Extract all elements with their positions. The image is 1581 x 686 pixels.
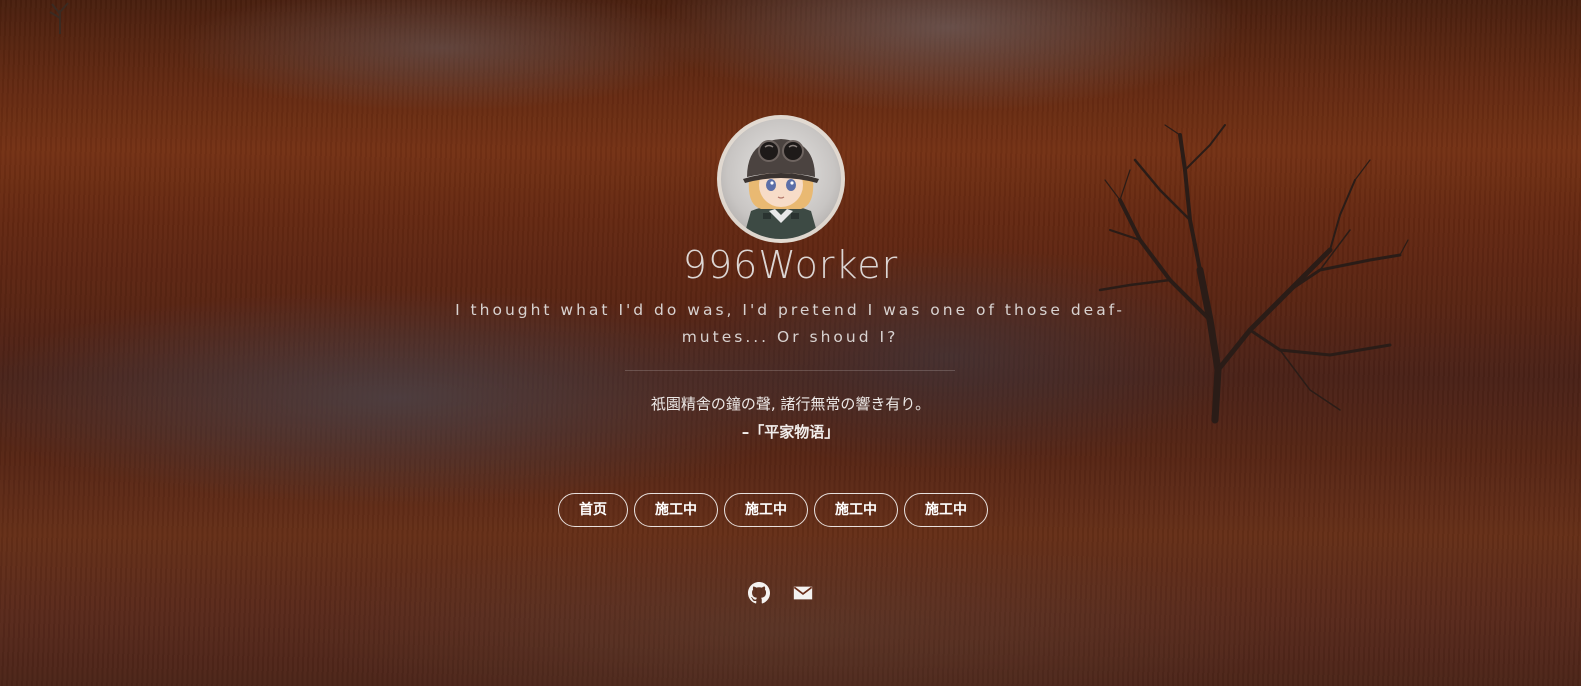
social-links xyxy=(748,582,814,604)
site-subtitle: I thought what I'd do was, I'd pretend I… xyxy=(455,301,1125,346)
divider xyxy=(625,370,955,371)
avatar-portrait-graphic xyxy=(743,139,819,239)
site-title: 996Worker xyxy=(682,243,899,287)
mail-icon[interactable] xyxy=(792,582,814,604)
github-icon[interactable] xyxy=(748,582,770,604)
nav-item-under-construction-3[interactable]: 施工中 xyxy=(814,493,898,527)
nav-item-under-construction-2[interactable]: 施工中 xyxy=(724,493,808,527)
nav-bar: 首页 施工中 施工中 施工中 施工中 xyxy=(558,493,988,527)
avatar[interactable] xyxy=(717,115,845,243)
quote-source: –「平家物语」 xyxy=(741,423,840,441)
page-background: 996Worker I thought what I'd do was, I'd… xyxy=(0,0,1581,686)
nav-item-under-construction-4[interactable]: 施工中 xyxy=(904,493,988,527)
quote-text: 祇園精舎の鐘の聲, 諸行無常の響き有り。 xyxy=(650,395,931,413)
nav-item-home[interactable]: 首页 xyxy=(558,493,628,527)
nav-item-under-construction-1[interactable]: 施工中 xyxy=(634,493,718,527)
hero-content: 996Worker I thought what I'd do was, I'd… xyxy=(0,0,1581,686)
